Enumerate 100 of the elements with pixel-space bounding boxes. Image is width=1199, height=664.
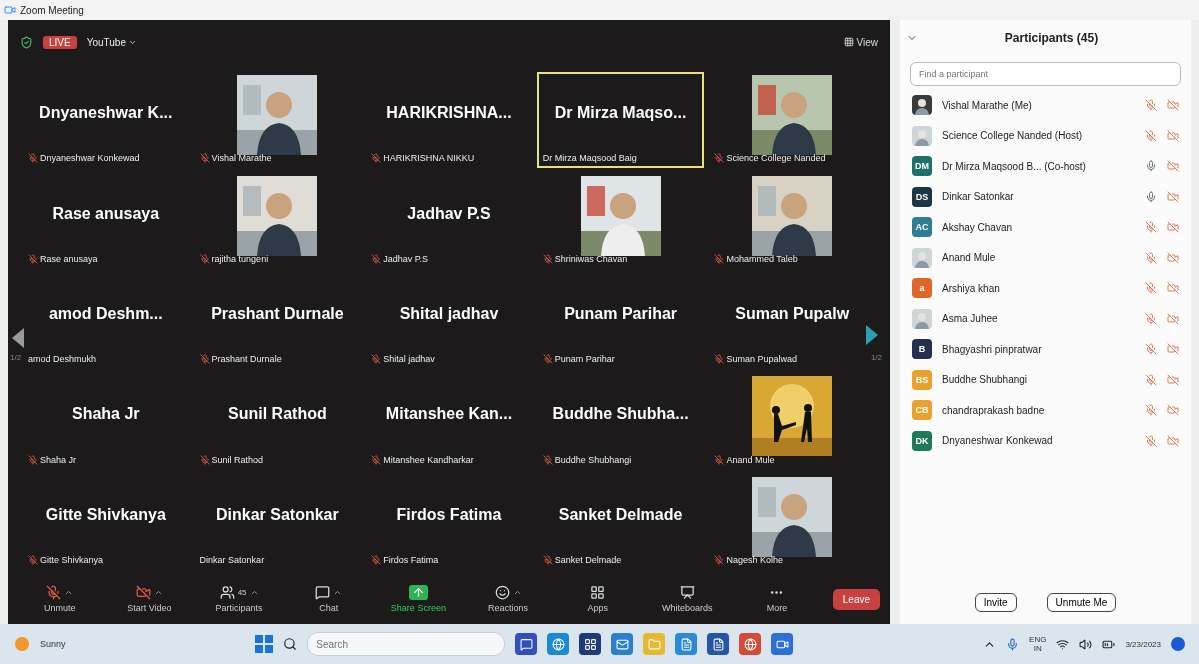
participant-name: Dnyaneshwar K... [39, 104, 173, 123]
participant-row[interactable]: Science College Nanded (Host) [912, 120, 1179, 151]
video-off-icon [1167, 190, 1179, 203]
taskbar-app-icon[interactable] [579, 633, 602, 655]
toolbar-button[interactable]: 45 Participants [197, 585, 281, 613]
participant-row[interactable]: DM Dr Mirza Maqsood B... (Co-host) [912, 151, 1179, 182]
toolbar-button[interactable]: Reactions [466, 585, 550, 613]
panel-button[interactable]: Invite [974, 592, 1017, 612]
name-label: Gitte Shivkanya [40, 555, 104, 565]
name-label: Dnyaneshwar Konkewad [40, 153, 140, 164]
participant-name: Suman Pupalw [735, 305, 850, 323]
toolbar-button[interactable]: Share Screen [376, 585, 461, 613]
name-label: Vishal Marathe [211, 153, 272, 164]
participant-row[interactable]: DS Dinkar Satonkar [912, 181, 1179, 212]
panel-button[interactable]: Unmute Me [1046, 592, 1117, 612]
participant-row[interactable]: B Bhagyashri pinpratwar [912, 334, 1179, 365]
name-label: Shriniwas Chavan [554, 253, 628, 264]
window-title: Zoom Meeting [20, 4, 84, 16]
wifi-icon[interactable] [1056, 637, 1070, 651]
caret-icon[interactable] [249, 588, 259, 597]
participant-name: Sunil Rathod [228, 405, 327, 424]
caret-icon[interactable] [64, 588, 74, 597]
toolbar-button[interactable]: Apps [555, 585, 640, 613]
next-page-icon[interactable] [864, 323, 880, 347]
name-label: Mohammed Taleb [726, 253, 798, 264]
mic-icon[interactable] [1006, 637, 1020, 651]
video-off-icon [1167, 282, 1179, 295]
whiteboard-icon [679, 585, 695, 600]
search-field[interactable]: Find a participant [910, 62, 1181, 86]
toolbar-button[interactable]: Unmute [18, 585, 102, 613]
participant-name: Anand Mule [942, 252, 997, 264]
participant-name: Shital jadhav [399, 305, 499, 323]
shield-icon [20, 35, 33, 49]
participant-name: Arshiya khan [942, 282, 1001, 294]
language-indicator[interactable]: ENG IN [1029, 635, 1047, 653]
name-label: Jadhav P.S [383, 253, 429, 264]
video-off-icon [1167, 129, 1179, 142]
page-number: 1/2 [10, 353, 22, 362]
participant-row[interactable]: DK Dnyaneshwar Konkewad [912, 425, 1179, 456]
name-label: Suman Pupalwad [726, 354, 797, 365]
search-field[interactable]: Search [307, 632, 506, 656]
video-off-icon [1167, 404, 1179, 417]
video-off-icon [135, 585, 151, 600]
name-label: Sanket Delmade [554, 555, 622, 565]
clock-date[interactable]: 3/23/2023 [1125, 639, 1161, 649]
caret-icon[interactable] [153, 588, 163, 597]
participant-name: Mitanshee Kan... [385, 405, 513, 424]
taskbar-app-icon[interactable] [515, 633, 538, 655]
name-label: Science College Nanded [726, 153, 826, 164]
participant-row[interactable]: CB chandraprakash badne [912, 395, 1179, 426]
toolbar-button[interactable]: More [735, 585, 819, 613]
name-label: amod Deshmukh [28, 354, 97, 365]
participant-name: Shaha Jr [72, 405, 140, 424]
toolbar-button[interactable]: Chat [286, 585, 371, 613]
participant-count: 45 [237, 588, 247, 597]
participant-name: Asma Juhee [942, 313, 999, 325]
caret-icon[interactable] [512, 588, 522, 597]
participant-row[interactable]: AC Akshay Chavan [912, 212, 1179, 243]
speaker-icon[interactable] [1079, 637, 1093, 651]
participant-row[interactable]: Vishal Marathe (Me) [912, 90, 1179, 121]
view-button[interactable]: View [843, 36, 878, 48]
name-label: Sunil Rathod [211, 454, 264, 465]
taskbar-app-icon[interactable] [707, 633, 730, 655]
panel-title: Participants (45) [1003, 31, 1100, 45]
name-label: Shaha Jr [40, 454, 77, 465]
participant-name: Punam Parihar [564, 305, 678, 323]
leave-button[interactable]: Leave [832, 588, 880, 610]
name-label: rajitha tungeni [211, 253, 269, 264]
name-label: Anand Mule [726, 454, 775, 465]
participant-name: Buddhe Shubhangi [942, 374, 1029, 386]
toolbar-button[interactable]: Start Video [107, 585, 192, 613]
stream-menu[interactable]: YouTube [86, 36, 126, 48]
participant-row[interactable]: BS Buddhe Shubhangi [912, 364, 1179, 395]
caret-icon[interactable] [333, 588, 343, 597]
participant-name: Vishal Marathe (Me) [942, 99, 1033, 111]
windows-icon[interactable] [255, 635, 274, 653]
name-label: Prashant Durnale [211, 354, 282, 365]
participant-row[interactable]: Anand Mule [912, 242, 1179, 273]
participant-row[interactable]: a Arshiya khan [912, 273, 1179, 304]
participant-row[interactable]: Asma Juhee [912, 303, 1179, 334]
notification-icon[interactable] [1171, 637, 1185, 651]
app-icon [4, 4, 16, 16]
video-off-icon [1167, 312, 1179, 325]
participant-name: Firdos Fatima [396, 505, 502, 524]
previous-page-icon[interactable] [10, 326, 26, 350]
apps-icon [590, 585, 606, 600]
video-off-icon [1167, 343, 1179, 356]
avatar: B [912, 339, 932, 360]
avatar: BS [912, 369, 932, 390]
video-off-icon [1167, 251, 1179, 264]
participant-name: Prashant Durnale [211, 305, 344, 323]
participant-name: Rase anusaya [52, 204, 160, 223]
participant-name: Dinkar Satonkar [216, 505, 339, 524]
participant-name: Buddhe Shubha... [552, 405, 689, 424]
participant-name: Dnyaneshwar Konkewad [942, 435, 1054, 447]
participant-name: chandraprakash badne [942, 404, 1046, 416]
toolbar-button[interactable]: Whiteboards [645, 585, 730, 613]
smiley-icon [494, 585, 510, 600]
video-off-icon [1167, 434, 1179, 447]
name-label: HARIKRISHNA NIKKU [383, 153, 475, 164]
